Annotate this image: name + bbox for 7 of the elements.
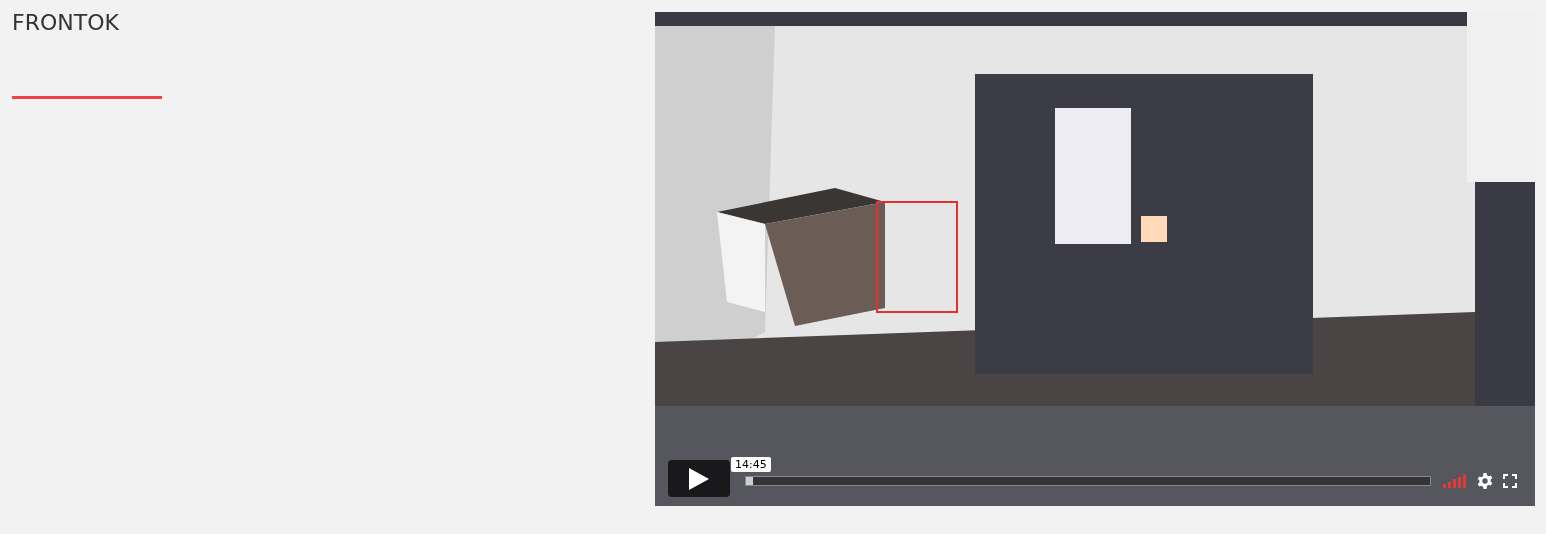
play-button[interactable] [668, 460, 730, 497]
play-icon [689, 467, 709, 490]
video-player[interactable]: 14:45 [655, 12, 1535, 506]
time-tooltip: 14:45 [731, 457, 771, 472]
section-heading: FRONTOK [12, 9, 119, 37]
settings-icon[interactable] [1477, 473, 1493, 489]
fullscreen-icon[interactable] [1503, 474, 1517, 488]
